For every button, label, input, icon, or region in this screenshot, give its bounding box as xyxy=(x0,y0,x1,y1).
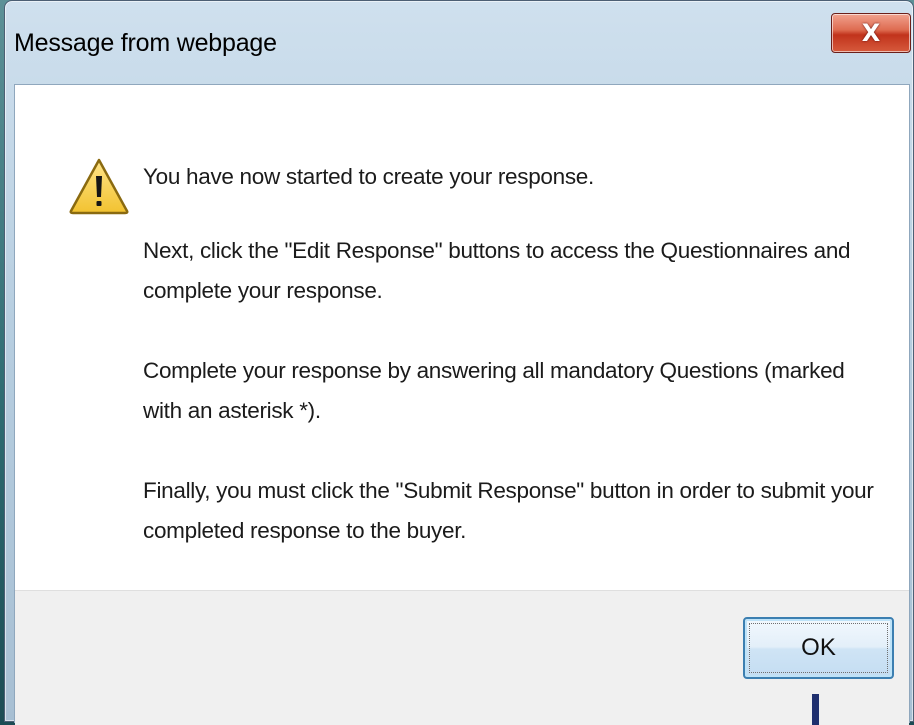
warning-icon xyxy=(69,158,129,215)
message-paragraph-1: You have now started to create your resp… xyxy=(143,164,594,189)
ok-button[interactable]: OK xyxy=(743,617,894,679)
dialog-client-area: You have now started to create your resp… xyxy=(14,84,910,725)
dialog-titlebar[interactable]: Message from webpage X xyxy=(5,1,913,84)
ok-button-label: OK xyxy=(801,634,836,661)
message-paragraph-3: Complete your response by answering all … xyxy=(143,358,845,423)
pointer-indicator xyxy=(812,694,819,725)
message-dialog: Message from webpage X You have now star… xyxy=(4,0,914,725)
close-button[interactable]: X xyxy=(831,13,911,53)
desktop-background: Message from webpage X You have now star… xyxy=(0,0,914,725)
message-paragraph-4: Finally, you must click the "Submit Resp… xyxy=(143,478,874,543)
message-area: You have now started to create your resp… xyxy=(15,85,909,590)
message-paragraph-2: Next, click the "Edit Response" buttons … xyxy=(143,238,851,303)
message-body: You have now started to create your resp… xyxy=(143,157,883,591)
dialog-title: Message from webpage xyxy=(14,29,277,57)
close-icon: X xyxy=(861,19,881,47)
